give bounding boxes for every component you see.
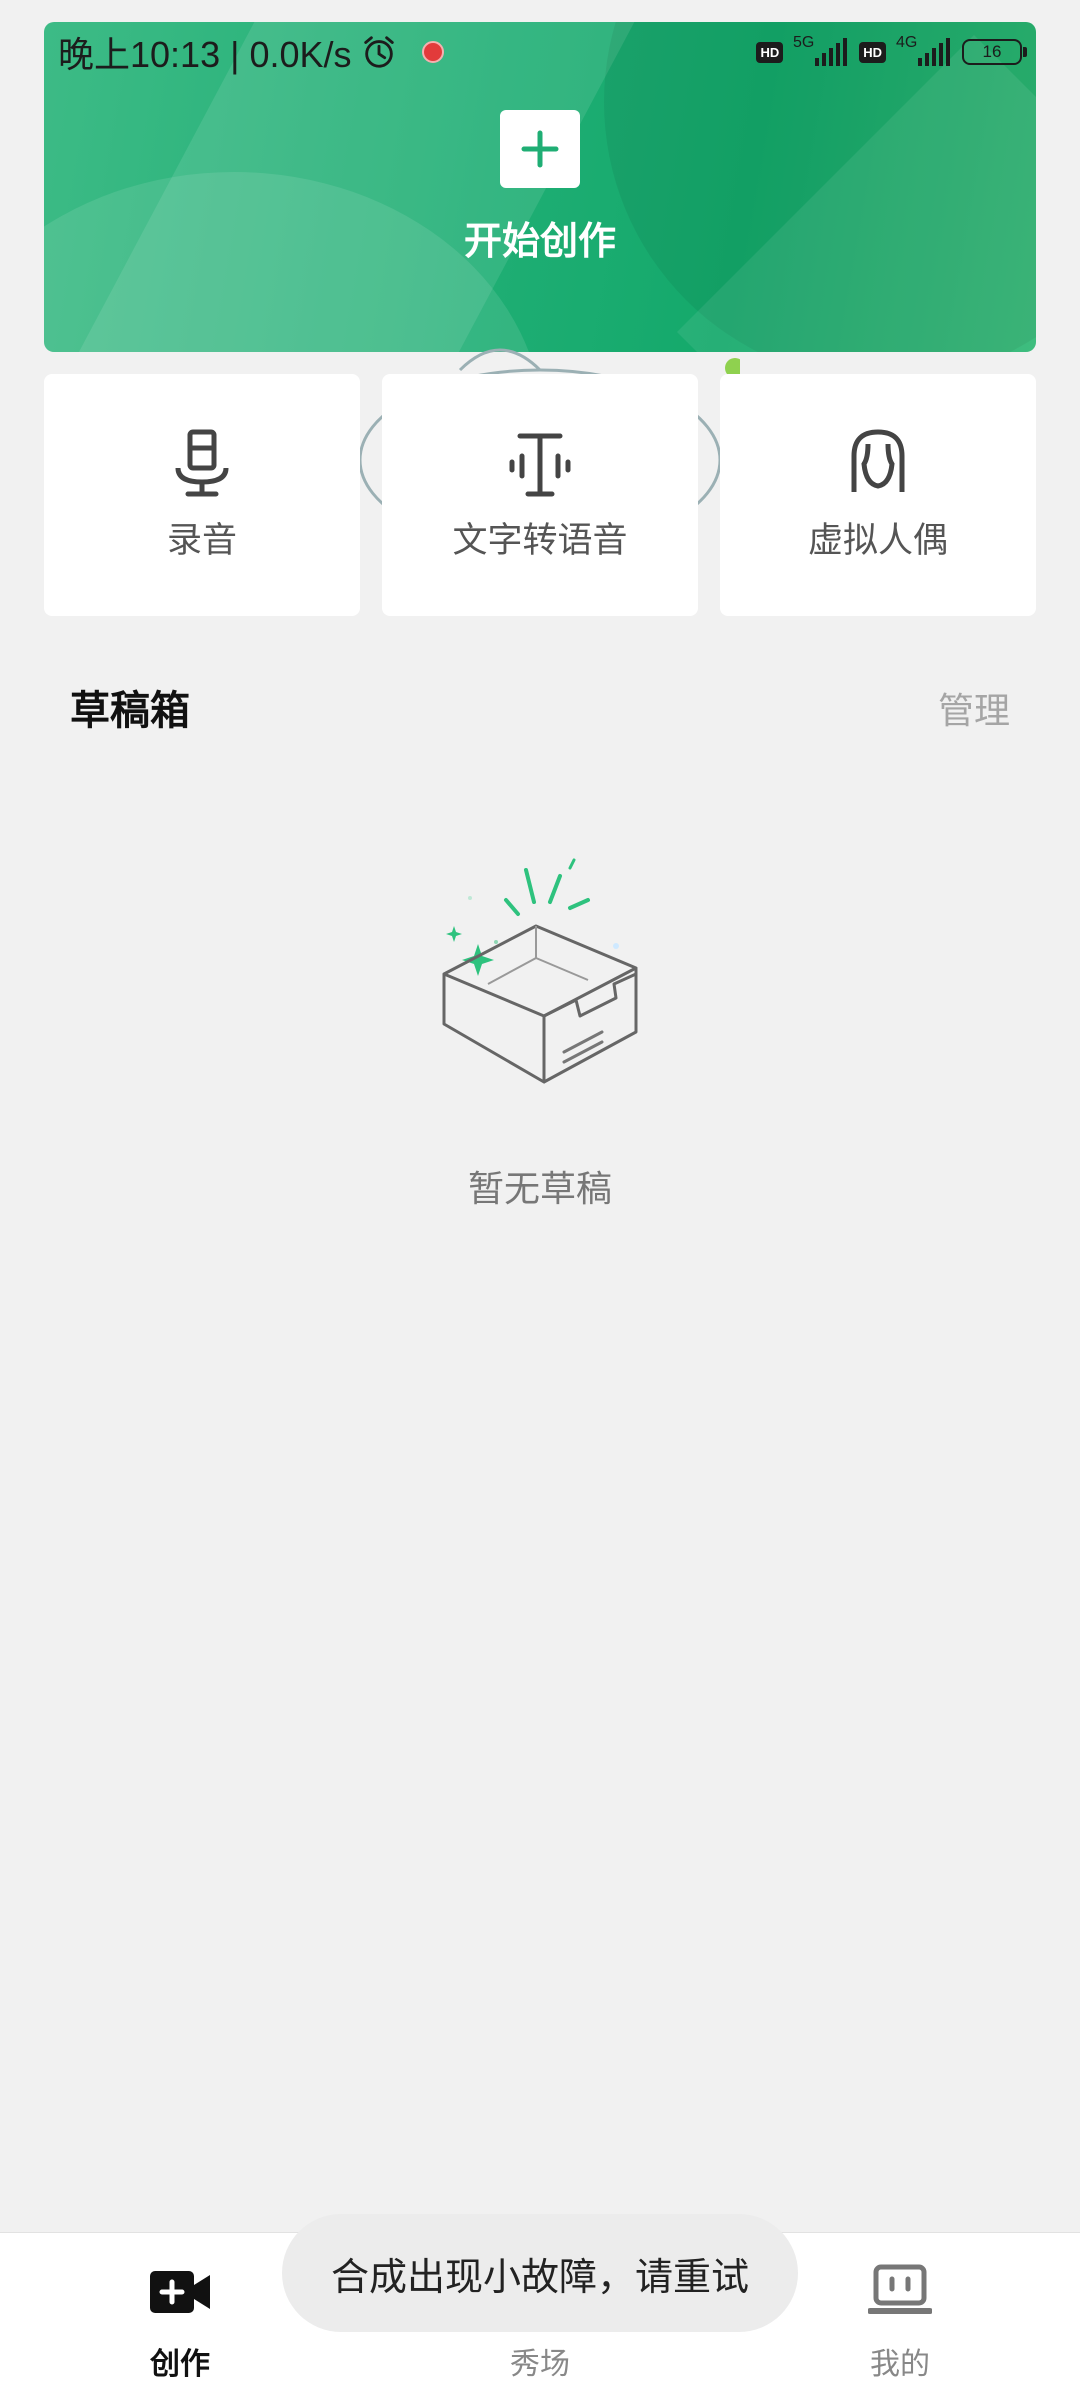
- hd-badge: HD: [859, 41, 886, 63]
- text-to-speech-icon: [509, 433, 571, 496]
- avatar-icon: [851, 428, 905, 492]
- start-create-label: 开始创作: [463, 219, 616, 263]
- alarm-clock-icon: [363, 36, 394, 68]
- text-to-speech-card[interactable]: 文字转语音: [382, 374, 698, 616]
- nav-tab-create[interactable]: 创作: [80, 2263, 280, 2383]
- computer-icon: [868, 2264, 932, 2314]
- status-time-speed: 晚上10:13 | 0.0K/s: [58, 34, 352, 75]
- video-camera-plus-icon: [150, 2271, 210, 2313]
- nav-tab-show-label: 秀场: [510, 2347, 570, 2382]
- drafts-title: 草稿箱: [70, 688, 190, 734]
- record-card[interactable]: 录音: [44, 374, 360, 616]
- notification-app-icon: [421, 41, 444, 63]
- virtual-avatar-card[interactable]: 虚拟人偶: [720, 374, 1036, 616]
- battery-level: 16: [982, 42, 1002, 61]
- nav-tab-mine-label: 我的: [870, 2347, 930, 2382]
- hd-badge: HD: [756, 41, 784, 63]
- nav-tab-mine[interactable]: 我的: [800, 2263, 1000, 2383]
- signal-5g: 5G: [791, 34, 851, 70]
- signal-bars-icon: 4G: [896, 34, 950, 66]
- empty-box-icon: [442, 858, 638, 1084]
- battery-icon: 16: [962, 39, 1027, 65]
- status-bar: 晚上10:13 | 0.0K/s HD 5G HD 4G 16: [44, 22, 1036, 82]
- error-toast: 合成出现小故障，请重试: [282, 2214, 798, 2332]
- feature-cards: 录音 文字转语音 虚拟人偶: [44, 374, 1036, 616]
- microphone-icon: [175, 429, 229, 496]
- svg-text:5G: 5G: [793, 34, 814, 51]
- empty-drafts-text: 暂无草稿: [467, 1169, 612, 1210]
- drafts-manage-button[interactable]: 管理: [938, 682, 1010, 734]
- text-to-speech-label: 文字转语音: [452, 520, 628, 561]
- record-label: 录音: [166, 520, 237, 561]
- signal-bars-icon: 5G: [793, 34, 848, 66]
- plus-icon: [521, 130, 559, 168]
- nav-tab-create-label: 创作: [150, 2347, 210, 2382]
- start-create-button[interactable]: [500, 110, 580, 188]
- signal-4g: 4G: [894, 34, 954, 70]
- svg-text:4G: 4G: [896, 34, 917, 51]
- virtual-avatar-label: 虚拟人偶: [807, 520, 948, 561]
- toast-message: 合成出现小故障，请重试: [330, 2254, 749, 2299]
